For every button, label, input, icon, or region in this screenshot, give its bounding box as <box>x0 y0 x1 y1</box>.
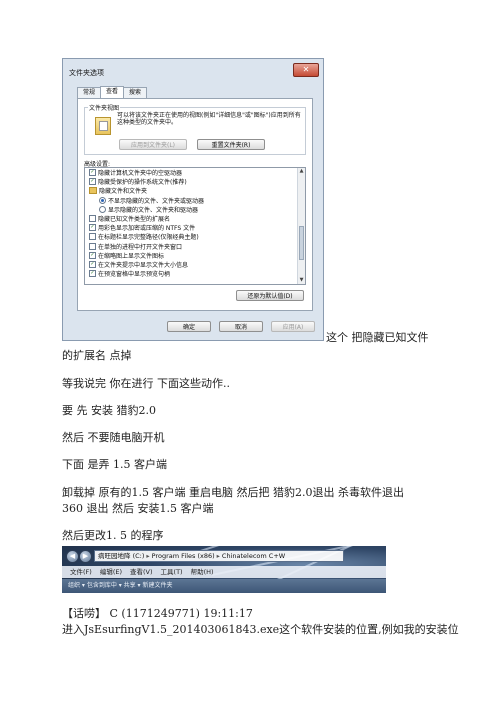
reset-folders-button[interactable]: 重置文件夹(R) <box>197 139 265 150</box>
advanced-setting-item[interactable]: ✓ 用彩色显示加密或压缩的 NTFS 文件 <box>89 224 196 233</box>
scroll-down-icon[interactable]: ▼ <box>298 277 305 284</box>
advanced-setting-label: 用彩色显示加密或压缩的 NTFS 文件 <box>98 225 196 233</box>
advanced-setting-label: 隐藏文件和文件夹 <box>99 188 148 196</box>
explorer-toolbar[interactable]: 组织 ▾ 包含到库中 ▾ 共享 ▾ 新建文件夹 <box>62 579 386 593</box>
restore-defaults-button[interactable]: 还原为默认值(D) <box>236 290 304 301</box>
explorer-screenshot: ◀ ▶ 病旺园地降 (C:) ▸ Program Files (x86) ▸ China… <box>62 546 386 593</box>
menu-view[interactable]: 查看(V) <box>130 568 153 576</box>
advanced-setting-item[interactable]: 在单独的进程中打开文件夹窗口 <box>89 242 183 252</box>
tab-search[interactable]: 搜索 <box>123 87 148 98</box>
apply-button[interactable]: 应用(A) <box>271 321 315 332</box>
advanced-setting-label: 在缩略图上显示文件图标 <box>98 252 165 260</box>
paragraph-4: 然后 不要随电脑开机 <box>62 431 165 444</box>
paragraph-6a: 卸载掉 原有的1.5 客户端 重启电脑 然后把 猎豹2.0退出 杀毒软件退出 <box>62 486 404 499</box>
advanced-setting-label: 隐藏已知文件类型的扩展名 <box>98 216 171 223</box>
forward-icon[interactable]: ▶ <box>79 550 92 563</box>
dialog-tabs: 常规 查看 搜索 <box>77 86 148 98</box>
checked-checkbox-icon[interactable]: ✓ <box>89 251 96 259</box>
paragraph-9: 进入JsEsurfingV1.5_201403061843.exe这个软件安装的… <box>62 623 459 636</box>
menu-help[interactable]: 帮助(H) <box>191 568 214 576</box>
folder-options-dialog: 文件夹选项 ✕ 常规 查看 搜索 可以将该文件夹正在使用的视图(例如"详细信息"或"… <box>62 58 324 341</box>
paragraph-5: 下面 是弄 1.5 客户端 <box>62 458 167 471</box>
advanced-setting-label: 不显示隐藏的文件、文件夹或驱动器 <box>108 197 205 205</box>
checkbox-icon[interactable] <box>89 233 96 241</box>
paragraph-1b: 的扩展名 点掉 <box>62 349 132 362</box>
menu-file[interactable]: 文件(F) <box>70 568 92 576</box>
address-bar[interactable]: 病旺园地降 (C:) ▸ Program Files (x86) ▸ Chinatele… <box>94 550 344 562</box>
advanced-setting-item[interactable]: ✓ 隐藏受保护的操作系统文件(推荐) <box>89 178 187 187</box>
folder-views-icon <box>95 117 111 135</box>
checkbox-icon[interactable] <box>89 242 96 250</box>
advanced-setting-item[interactable]: 隐藏文件和文件夹 <box>89 187 148 196</box>
advanced-setting-item[interactable]: 隐藏已知文件类型的扩展名 <box>89 215 171 224</box>
checked-checkbox-icon[interactable]: ✓ <box>89 169 96 176</box>
advanced-setting-item[interactable]: ✓ 在缩略图上显示文件图标 <box>89 251 165 261</box>
advanced-settings-tree[interactable]: ▲ ▼ ✓ 隐藏计算机文件夹中的空驱动器 ✓ 隐藏受保护的操作系统文件(推荐) 隐藏文件… <box>84 167 306 285</box>
tree-scrollbar[interactable]: ▲ ▼ <box>297 168 305 284</box>
advanced-setting-item[interactable]: ✓ 隐藏计算机文件夹中的空驱动器 <box>89 169 183 178</box>
advanced-setting-item[interactable]: 显示隐藏的文件、文件夹和驱动器 <box>99 205 199 215</box>
tab-view[interactable]: 查看 <box>100 86 125 98</box>
checked-checkbox-icon[interactable]: ✓ <box>89 261 96 268</box>
folder-views-group: 可以将该文件夹正在使用的视图(例如"详细信息"或"图标")应用到所有这种类型的文… <box>84 107 306 155</box>
menu-edit[interactable]: 编辑(E) <box>100 568 122 576</box>
scroll-up-icon[interactable]: ▲ <box>298 168 305 175</box>
advanced-setting-item[interactable]: 在标题栏显示完整路径(仅限经典主题) <box>89 233 199 242</box>
advanced-setting-label: 隐藏受保护的操作系统文件(推荐) <box>98 179 187 187</box>
checked-checkbox-icon[interactable]: ✓ <box>89 224 96 232</box>
advanced-setting-label: 在预览窗格中显示预览句柄 <box>98 271 171 279</box>
selected-radio-icon[interactable] <box>99 196 106 204</box>
advanced-setting-label: 在标题栏显示完整路径(仅限经典主题) <box>98 234 199 242</box>
advanced-setting-label: 在单独的进程中打开文件夹窗口 <box>98 243 183 251</box>
folder-views-description: 可以将该文件夹正在使用的视图(例如"详细信息"或"图标")应用到所有这种类型的文… <box>117 112 301 126</box>
breadcrumb-program-files[interactable]: Program Files (x86) <box>152 552 215 560</box>
advanced-setting-label: 显示隐藏的文件、文件夹和驱动器 <box>108 206 199 214</box>
folder-icon <box>89 187 97 195</box>
checked-checkbox-icon[interactable]: ✓ <box>89 178 96 186</box>
paragraph-8: 【话唠】 C (1171249771) 19:11:17 <box>62 607 253 620</box>
paragraph-7: 然后更改1. 5 的程序 <box>62 529 164 542</box>
advanced-setting-item[interactable]: ✓ 在预览窗格中显示预览句柄 <box>89 270 171 279</box>
paragraph-1a: 这个 把隐藏已知文件 <box>326 331 429 344</box>
breadcrumb-chinatelecom[interactable]: Chinatelecom C+W <box>222 552 285 560</box>
checked-checkbox-icon[interactable]: ✓ <box>89 270 96 278</box>
paragraph-3: 要 先 安装 猎豹2.0 <box>62 404 156 417</box>
breadcrumb-drive[interactable]: 病旺园地降 (C:) <box>98 552 144 560</box>
view-tab-panel: 可以将该文件夹正在使用的视图(例如"详细信息"或"图标")应用到所有这种类型的文… <box>77 98 313 311</box>
advanced-setting-label: 在文件夹提示中显示文件大小信息 <box>98 262 189 269</box>
folder-views-label: 文件夹视图 <box>88 103 121 112</box>
checkbox-icon[interactable] <box>89 215 96 222</box>
advanced-setting-item[interactable]: ✓ 在文件夹提示中显示文件大小信息 <box>89 261 189 270</box>
ok-button[interactable]: 确定 <box>167 321 211 332</box>
paragraph-6b: 360 退出 然后 安装1.5 客户端 <box>62 502 214 515</box>
apply-to-folders-button[interactable]: 应用到文件夹(L) <box>119 139 187 150</box>
cancel-button[interactable]: 取消 <box>219 321 263 332</box>
tab-general[interactable]: 常规 <box>77 87 102 98</box>
scroll-thumb[interactable] <box>299 226 304 260</box>
advanced-setting-item[interactable]: 不显示隐藏的文件、文件夹或驱动器 <box>99 196 205 206</box>
explorer-menubar: 文件(F) 编辑(E) 查看(V) 工具(T) 帮助(H) <box>62 566 386 578</box>
paragraph-2: 等我说完 你在进行 下面这些动作.. <box>62 377 230 390</box>
advanced-setting-label: 隐藏计算机文件夹中的空驱动器 <box>98 170 183 177</box>
menu-tools[interactable]: 工具(T) <box>161 568 183 576</box>
dialog-title: 文件夹选项 <box>69 69 104 77</box>
close-icon[interactable]: ✕ <box>293 63 319 77</box>
back-icon[interactable]: ◀ <box>66 550 79 563</box>
radio-icon[interactable] <box>99 205 106 213</box>
